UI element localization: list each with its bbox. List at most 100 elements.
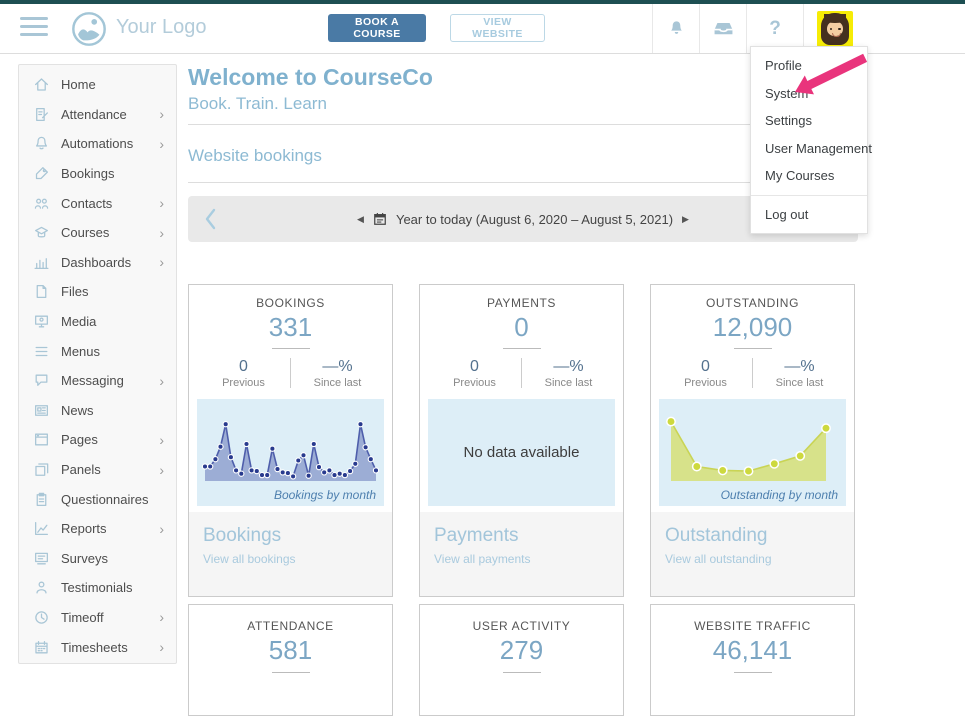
- chevron-right-icon: ›: [159, 610, 164, 624]
- stat-label: ATTENDANCE: [189, 619, 392, 633]
- divider: [272, 348, 310, 349]
- sidebar-item-attendance[interactable]: Attendance›: [19, 100, 176, 130]
- sidebar-item-automations[interactable]: Automations›: [19, 129, 176, 159]
- chevron-right-icon: ›: [159, 463, 164, 477]
- divider: [272, 672, 310, 673]
- card-stats: OUTSTANDING 12,090 0 Previous —% Since l…: [651, 285, 854, 399]
- monitor-icon: [33, 313, 50, 330]
- sidebar-item-testimonials[interactable]: Testimonials: [19, 573, 176, 603]
- stat-value: 0: [428, 312, 615, 342]
- stat-label: USER ACTIVITY: [420, 619, 623, 633]
- bookings-chart-area: Bookings by month: [197, 399, 384, 506]
- menu-item-settings[interactable]: Settings: [751, 107, 867, 135]
- payments-stat-card: PAYMENTS 0 0 Previous —% Since last No d…: [419, 284, 624, 597]
- layers-icon: [33, 461, 50, 478]
- chevron-right-icon: ›: [159, 640, 164, 654]
- sidebar-item-surveys[interactable]: Surveys: [19, 544, 176, 574]
- date-prev-arrow[interactable]: ◀: [357, 214, 364, 225]
- clipboard-icon: [33, 491, 50, 508]
- sidebar-item-label: Pages: [61, 432, 159, 447]
- previous-stat: 0 Previous: [428, 357, 521, 389]
- sidebar-item-label: News: [61, 403, 164, 418]
- sidebar-item-news[interactable]: News: [19, 396, 176, 426]
- change-value: —%: [291, 357, 384, 376]
- stat-label: OUTSTANDING: [659, 296, 846, 310]
- file-icon: [33, 283, 50, 300]
- view-all-outstanding-title[interactable]: Outstanding: [665, 525, 840, 547]
- menu-item-user-management[interactable]: User Management: [751, 135, 867, 163]
- sidebar-item-label: Messaging: [61, 373, 159, 388]
- empty-chart-area: No data available: [428, 399, 615, 506]
- chart-caption: Outstanding by month: [721, 488, 838, 502]
- view-all-payments-link[interactable]: View all payments: [434, 552, 609, 566]
- sidebar-item-pages[interactable]: Pages›: [19, 425, 176, 455]
- view-all-payments-title[interactable]: Payments: [434, 525, 609, 547]
- sidebar-item-label: Files: [61, 284, 164, 299]
- calendar-icon: [33, 639, 50, 656]
- view-all-bookings-title[interactable]: Bookings: [203, 525, 378, 547]
- chat-icon: [33, 372, 50, 389]
- stat-label: WEBSITE TRAFFIC: [651, 619, 854, 633]
- menu-lines-icon: [33, 343, 50, 360]
- dropdown-items: ProfileSystemSettingsUser ManagementMy C…: [751, 47, 867, 195]
- testimonial-icon: [33, 579, 50, 596]
- menu-item-log-out[interactable]: Log out: [751, 195, 867, 233]
- sidebar-item-menus[interactable]: Menus: [19, 336, 176, 366]
- attendance-stat-card: ATTENDANCE581: [188, 604, 393, 716]
- sidebar-item-dashboards[interactable]: Dashboards›: [19, 248, 176, 278]
- sidebar-item-questionnaires[interactable]: Questionnaires: [19, 484, 176, 514]
- sidebar-item-media[interactable]: Media: [19, 307, 176, 337]
- date-next-arrow[interactable]: ▶: [682, 214, 689, 225]
- date-range-control: ◀ Year to today (August 6, 2020 – August…: [357, 212, 689, 227]
- course-icon: [33, 224, 50, 241]
- sidebar-item-files[interactable]: Files: [19, 277, 176, 307]
- stat-comparison: 0 Previous —% Since last: [197, 357, 384, 389]
- card-stats: BOOKINGS 331 0 Previous —% Since last: [189, 285, 392, 399]
- website-traffic-stat-card: WEBSITE TRAFFIC46,141: [650, 604, 855, 716]
- previous-label: Previous: [428, 377, 521, 389]
- previous-label: Previous: [197, 377, 290, 389]
- survey-icon: [33, 550, 50, 567]
- change-stat: —% Since last: [291, 357, 384, 389]
- sidebar-item-bookings[interactable]: Bookings: [19, 159, 176, 189]
- view-all-bookings-link[interactable]: View all bookings: [203, 552, 378, 566]
- sidebar-item-label: Menus: [61, 344, 164, 359]
- menu-item-profile[interactable]: Profile: [751, 52, 867, 80]
- view-all-outstanding-link[interactable]: View all outstanding: [665, 552, 840, 566]
- hamburger-menu-icon[interactable]: [20, 17, 48, 41]
- bar-chart-icon: [33, 254, 50, 271]
- book-a-course-button[interactable]: BOOK A COURSE: [328, 14, 426, 42]
- view-website-button[interactable]: VIEW WEBSITE: [450, 14, 545, 42]
- date-range-label: Year to today (August 6, 2020 – August 5…: [396, 212, 673, 227]
- sidebar-item-timesheets[interactable]: Timesheets›: [19, 632, 176, 662]
- inbox-icon: [713, 21, 734, 36]
- menu-item-system[interactable]: System: [751, 80, 867, 108]
- sidebar-item-reports[interactable]: Reports›: [19, 514, 176, 544]
- chevron-right-icon: ›: [159, 107, 164, 121]
- outstanding-stat-card: OUTSTANDING 12,090 0 Previous —% Since l…: [650, 284, 855, 597]
- sidebar-item-timeoff[interactable]: Timeoff›: [19, 603, 176, 633]
- inbox-button[interactable]: [699, 4, 746, 53]
- sidebar-item-home[interactable]: Home: [19, 70, 176, 100]
- sidebar-item-courses[interactable]: Courses›: [19, 218, 176, 248]
- change-stat: —% Since last: [753, 357, 846, 389]
- logo-icon[interactable]: [70, 10, 108, 48]
- previous-value: 0: [659, 357, 752, 376]
- bookings-stat-card: BOOKINGS 331 0 Previous —% Since last Bo…: [188, 284, 393, 597]
- menu-item-my-courses[interactable]: My Courses: [751, 162, 867, 190]
- sidebar-item-messaging[interactable]: Messaging›: [19, 366, 176, 396]
- card-footer: Bookings View all bookings: [189, 512, 392, 596]
- chevron-right-icon: ›: [159, 226, 164, 240]
- notifications-button[interactable]: [652, 4, 699, 53]
- stat-comparison: 0 Previous —% Since last: [428, 357, 615, 389]
- chevron-right-icon: ›: [159, 255, 164, 269]
- sidebar-item-panels[interactable]: Panels›: [19, 455, 176, 485]
- sidebar-item-contacts[interactable]: Contacts›: [19, 188, 176, 218]
- change-stat: —% Since last: [522, 357, 615, 389]
- user-avatar[interactable]: [817, 11, 853, 47]
- divider: [503, 672, 541, 673]
- stat-label: PAYMENTS: [428, 296, 615, 310]
- previous-stat: 0 Previous: [197, 357, 290, 389]
- date-prev-chevron[interactable]: [204, 208, 217, 230]
- sidebar-item-label: Timeoff: [61, 610, 159, 625]
